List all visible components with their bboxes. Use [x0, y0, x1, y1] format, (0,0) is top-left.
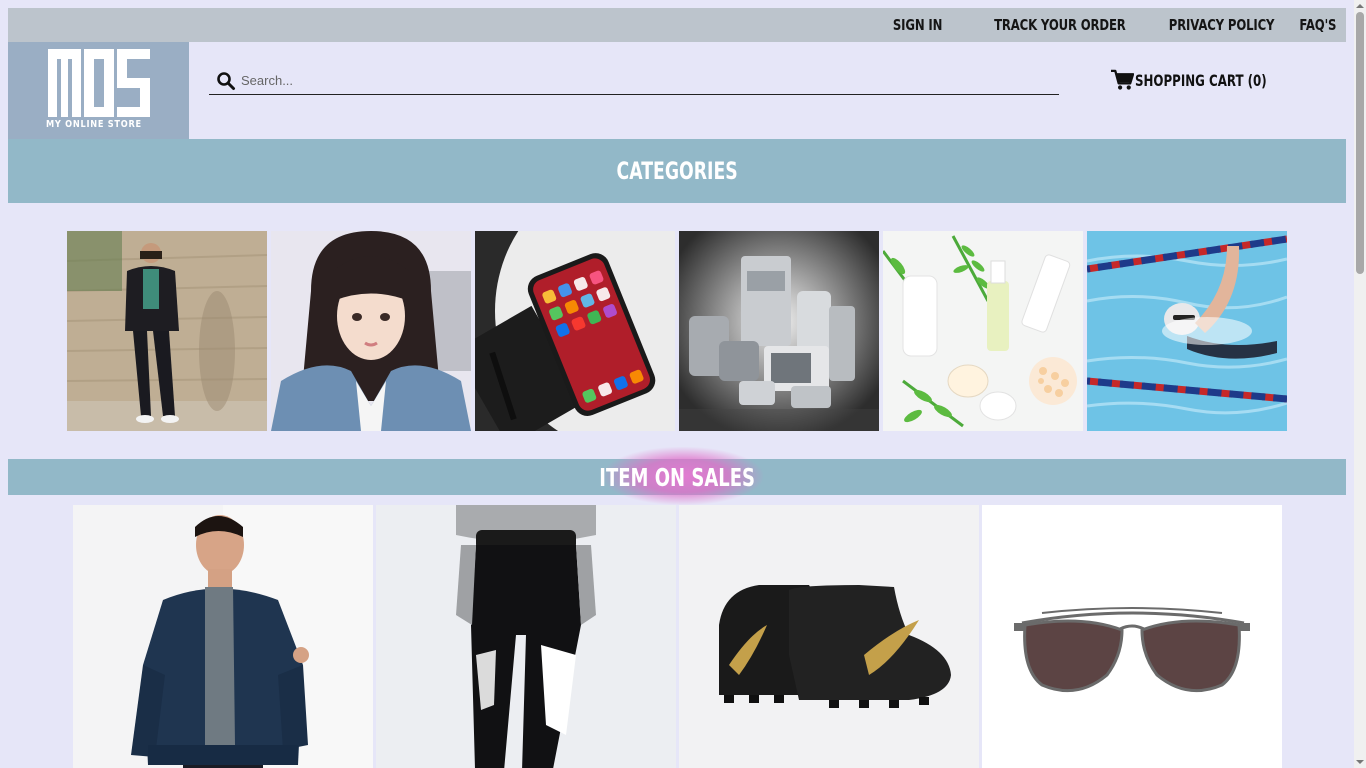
football-boots-photo	[679, 505, 979, 768]
scroll-down-icon[interactable]	[1356, 758, 1364, 766]
aviator-sunglasses-photo	[982, 505, 1282, 768]
sales-title: ITEM ON SALES	[599, 462, 755, 492]
page-scrollbar[interactable]	[1354, 0, 1366, 768]
category-tile-electronics[interactable]	[475, 231, 675, 431]
category-tile-cosmetics[interactable]	[883, 231, 1083, 431]
search-icon[interactable]	[216, 71, 236, 91]
shopping-cart-label: SHOPPING CART (0)	[1135, 70, 1267, 90]
page: SIGN IN TRACK YOUR ORDER PRIVACY POLICY …	[8, 8, 1346, 768]
sales-banner: ITEM ON SALES	[8, 447, 1346, 505]
mens-fashion-photo	[67, 231, 267, 431]
search-input[interactable]	[241, 73, 1021, 88]
cart-icon	[1111, 69, 1134, 90]
scrollbar-thumb[interactable]	[1356, 12, 1364, 274]
track-pants-photo	[376, 505, 676, 768]
faqs-link[interactable]: FAQ'S	[1299, 16, 1336, 34]
top-nav-bar: SIGN IN TRACK YOUR ORDER PRIVACY POLICY …	[8, 8, 1346, 42]
category-tile-mens-fashion[interactable]	[67, 231, 267, 431]
scroll-up-icon[interactable]	[1356, 2, 1364, 10]
categories-title: CATEGORIES	[616, 157, 738, 185]
sign-in-link[interactable]: SIGN IN	[893, 16, 942, 34]
sales-grid	[73, 505, 1346, 768]
store-logo[interactable]: MY ONLINE STORE	[8, 42, 189, 139]
sale-item-football-boots[interactable]	[679, 505, 979, 768]
categories-banner: CATEGORIES	[8, 139, 1346, 203]
categories-grid	[67, 231, 1346, 431]
bomber-jacket-photo	[73, 505, 373, 768]
logo-tagline: MY ONLINE STORE	[46, 119, 142, 130]
sale-item-jacket[interactable]	[73, 505, 373, 768]
privacy-policy-link[interactable]: PRIVACY POLICY	[1169, 16, 1275, 34]
sale-item-track-pants[interactable]	[376, 505, 676, 768]
category-tile-womens-fashion[interactable]	[271, 231, 471, 431]
smartphone-photo	[475, 231, 675, 431]
search-bar	[209, 67, 1059, 95]
home-appliances-photo	[679, 231, 879, 431]
track-order-link[interactable]: TRACK YOUR ORDER	[994, 16, 1126, 34]
logo-mark-icon	[48, 49, 150, 117]
site-header: MY ONLINE STORE SHOPPING CART (0)	[8, 42, 1346, 139]
sale-item-sunglasses[interactable]	[982, 505, 1282, 768]
shopping-cart-button[interactable]: SHOPPING CART (0)	[1111, 69, 1313, 91]
sports-swimming-photo	[1087, 231, 1287, 431]
category-tile-sports[interactable]	[1087, 231, 1287, 431]
category-tile-home-appliances[interactable]	[679, 231, 879, 431]
cosmetics-photo	[883, 231, 1083, 431]
womens-fashion-photo	[271, 231, 471, 431]
